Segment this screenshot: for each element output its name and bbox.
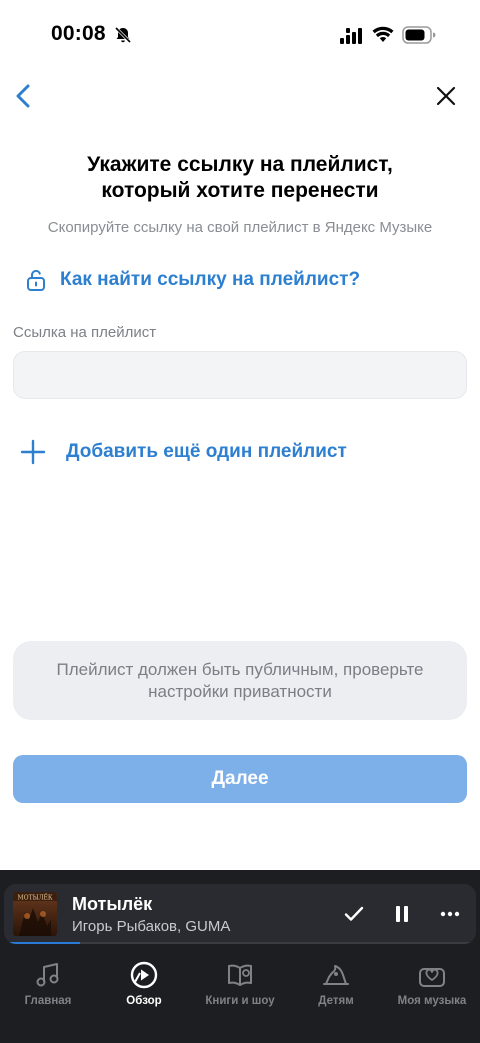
back-button[interactable] [12,82,38,110]
heart-folder-icon [419,968,445,987]
more-button[interactable] [438,902,462,926]
tab-browse-label: Обзор [126,995,162,1007]
track-artist: Игорь Рыбаков, GUMA [72,918,231,935]
page-subtitle: Скопируйте ссылку на свой плейлист в Янд… [47,219,433,236]
album-cover[interactable]: МОТЫЛЁК [13,892,57,936]
status-bar: 00:08 [0,0,480,70]
compass-play-icon [130,961,158,989]
tab-kids-label: Детям [318,995,354,1007]
tab-bar: Главная Обзор Книги и шоу Детям Моя музы… [0,948,480,1018]
privacy-notice-text: Плейлист должен быть публичным, проверьт… [56,659,424,701]
add-playlist-label: Добавить ещё один плейлист [66,441,347,462]
pause-button[interactable] [390,902,414,926]
kids-hat-icon [323,965,349,985]
playlist-link-label: Ссылка на плейлист [13,324,157,341]
tab-my-music-label: Моя музыка [397,995,467,1007]
add-playlist-button[interactable]: Добавить ещё один плейлист [20,438,347,466]
bell-muted-icon [114,26,132,49]
close-icon [436,86,456,106]
pause-icon [396,906,408,922]
tab-home-label: Главная [24,995,72,1007]
page-title-line-2: который хотите перенести [101,179,379,202]
tab-books-shows[interactable]: Книги и шоу [192,948,288,1018]
book-mic-icon [228,964,252,986]
close-button[interactable] [434,84,458,108]
find-link-help-label: Как найти ссылку на плейлист? [60,269,361,290]
battery-icon [402,26,436,49]
page-title-line-1: Укажите ссылку на плейлист, [87,153,393,176]
plus-icon [20,439,46,465]
tab-books-shows-label: Книги и шоу [205,995,275,1007]
mini-player[interactable]: МОТЫЛЁК Мотылёк Игорь Рыбаков, GUMA [4,884,476,944]
status-time: 00:08 [51,22,106,45]
tab-home[interactable]: Главная [0,948,96,1018]
find-link-help-link[interactable]: Как найти ссылку на плейлист? [26,266,360,294]
music-note-icon [36,963,59,987]
tab-my-music[interactable]: Моя музыка [384,948,480,1018]
unlock-icon [27,269,45,291]
chevron-left-icon [16,84,30,108]
like-button[interactable] [342,902,366,926]
tab-kids[interactable]: Детям [288,948,384,1018]
playback-progress[interactable] [4,942,476,944]
cellular-signal-icon [340,28,364,49]
track-title: Мотылёк [72,894,153,914]
page-title: Укажите ссылку на плейлист, который хоти… [0,152,480,204]
next-button[interactable]: Далее [13,755,467,803]
playback-progress-fill [4,942,80,944]
tab-browse[interactable]: Обзор [96,948,192,1018]
more-dots-icon [440,911,460,917]
album-cover-text: МОТЫЛЁК [18,895,53,902]
wifi-icon [372,25,394,48]
check-icon [344,906,364,921]
privacy-notice: Плейлист должен быть публичным, проверьт… [13,641,467,720]
playlist-link-input[interactable] [13,351,467,399]
